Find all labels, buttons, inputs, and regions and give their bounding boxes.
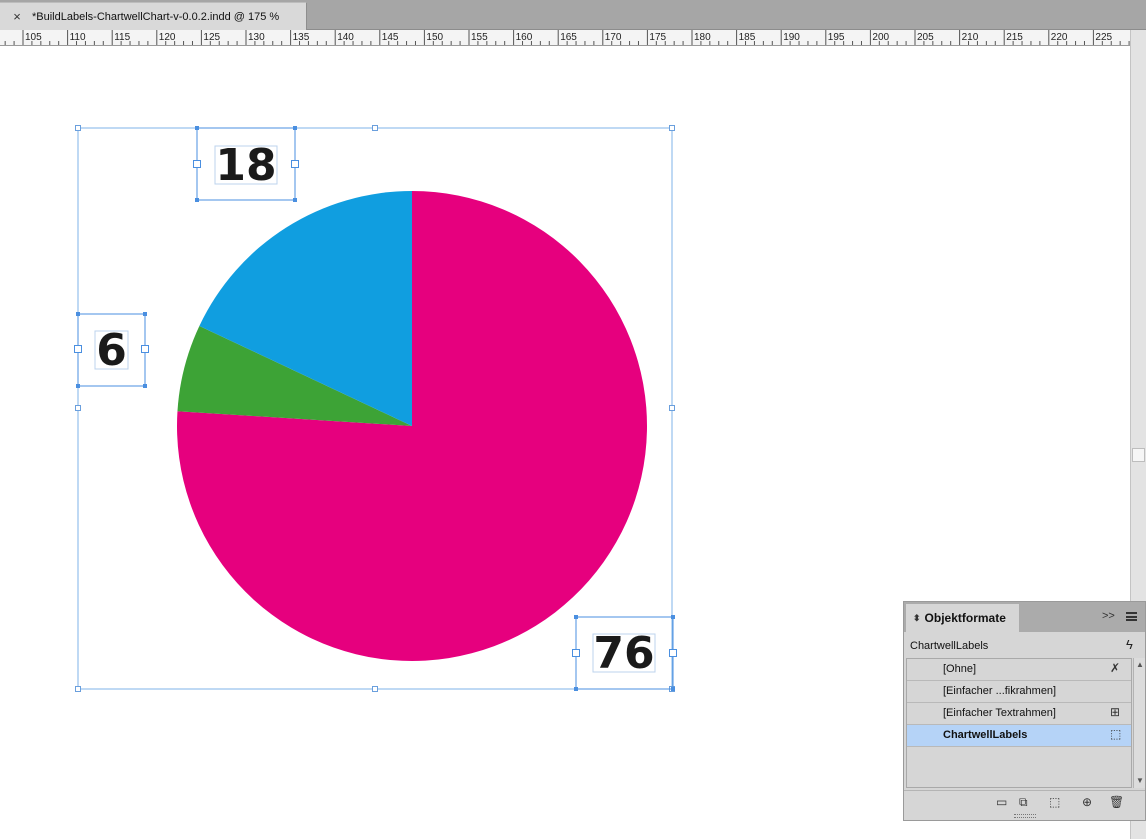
style-item-label: ChartwellLabels bbox=[943, 729, 1028, 741]
lightning-icon[interactable]: ϟ bbox=[1126, 637, 1133, 652]
style-item-label: [Einfacher ...fikrahmen] bbox=[943, 685, 1057, 697]
dashed-frame-icon: ⬚ bbox=[1110, 727, 1122, 741]
document-title: *BuildLabels-ChartwellChart-v-0.0.2.indd… bbox=[32, 10, 280, 23]
ruler-label: 120 bbox=[159, 32, 176, 43]
ruler-label: 175 bbox=[649, 32, 666, 43]
ruler-label: 125 bbox=[203, 32, 220, 43]
style-item-einfacher-textrahmen[interactable]: [Einfacher Textrahmen] ⊞ bbox=[907, 703, 1131, 725]
panel-resize-grip[interactable] bbox=[1014, 814, 1036, 818]
tab-objektformate[interactable]: ⬍ Objektformate bbox=[906, 604, 1019, 632]
horizontal-ruler[interactable]: 105 110 115 120 125 130 135 140 145 150 155 160 165 1… bbox=[0, 30, 1130, 46]
new-style-icon[interactable]: ⊕ bbox=[1082, 795, 1092, 809]
ruler-label: 200 bbox=[872, 32, 889, 43]
trash-icon[interactable]: 🗑 bbox=[1109, 795, 1124, 809]
scroll-down-icon[interactable]: ▼ bbox=[1136, 776, 1144, 785]
ruler-label: 150 bbox=[426, 32, 443, 43]
clear-overrides-icon: ✗ bbox=[1110, 661, 1121, 675]
panel-menu-icon[interactable] bbox=[1126, 612, 1137, 621]
ruler-label: 215 bbox=[1006, 32, 1023, 43]
style-item-label: [Einfacher Textrahmen] bbox=[943, 707, 1056, 719]
ruler-label: 180 bbox=[694, 32, 711, 43]
ruler-label: 115 bbox=[114, 32, 130, 43]
ruler-label: 190 bbox=[783, 32, 800, 43]
ruler-ticks: 105 110 115 120 125 130 135 140 145 150 155 160 165 1… bbox=[4, 30, 1130, 45]
ruler-label: 225 bbox=[1095, 32, 1112, 43]
ruler-label: 110 bbox=[70, 32, 86, 43]
double-chevron-right-icon[interactable]: >> bbox=[1102, 610, 1115, 622]
panel-tab-bar: ⬍ Objektformate >> bbox=[904, 602, 1145, 632]
style-item-ohne[interactable]: [Ohne] ✗ bbox=[907, 659, 1131, 681]
clear-attributes-icon[interactable]: ⬚ bbox=[1049, 795, 1060, 809]
panel-footer: ▭ ⧉ ⬚ ⊕ 🗑 bbox=[904, 790, 1145, 812]
style-list-scrollbar[interactable]: ▲ ▼ bbox=[1133, 658, 1145, 788]
style-item-einfacher-grafikrahmen[interactable]: [Einfacher ...fikrahmen] bbox=[907, 681, 1131, 703]
ruler-label: 160 bbox=[516, 32, 533, 43]
ruler-label: 130 bbox=[248, 32, 265, 43]
data-label-18: 18 bbox=[215, 140, 277, 191]
ruler-label: 140 bbox=[337, 32, 354, 43]
style-item-chartwelllabels[interactable]: ChartwellLabels ⬚ bbox=[907, 725, 1131, 747]
ruler-label: 135 bbox=[293, 32, 310, 43]
ruler-label: 205 bbox=[917, 32, 934, 43]
folder-icon[interactable]: ▭ bbox=[996, 795, 1007, 809]
ruler-label: 155 bbox=[471, 32, 488, 43]
ruler-label: 195 bbox=[828, 32, 845, 43]
object-styles-panel: ⬍ Objektformate >> ChartwellLabels ϟ [Oh… bbox=[903, 601, 1146, 821]
ruler-label: 145 bbox=[382, 32, 399, 43]
ruler-label: 220 bbox=[1051, 32, 1068, 43]
ruler-label: 165 bbox=[560, 32, 577, 43]
ruler-label: 210 bbox=[962, 32, 979, 43]
document-tab-bar: × *BuildLabels-ChartwellChart-v-0.0.2.in… bbox=[0, 0, 1146, 30]
data-label-6: 6 bbox=[96, 325, 127, 376]
panel-resize-arrows-icon[interactable]: ⬍ bbox=[913, 613, 921, 624]
ruler-label: 185 bbox=[739, 32, 756, 43]
tab-close-icon[interactable]: × bbox=[6, 9, 28, 24]
style-item-label: [Ohne] bbox=[943, 663, 977, 675]
current-style-name: ChartwellLabels bbox=[910, 640, 989, 652]
panel-title: Objektformate bbox=[924, 611, 1006, 625]
scrollbar-thumb[interactable] bbox=[1132, 448, 1145, 462]
style-list[interactable]: [Ohne] ✗ [Einfacher ...fikrahmen] [Einfa… bbox=[906, 658, 1132, 788]
clear-overrides-icon[interactable]: ⧉ bbox=[1019, 795, 1028, 810]
text-frame-icon: ⊞ bbox=[1110, 705, 1121, 719]
scroll-up-icon[interactable]: ▲ bbox=[1136, 660, 1144, 669]
data-label-76: 76 bbox=[593, 628, 655, 679]
ruler-label: 170 bbox=[605, 32, 622, 43]
ruler-label: 105 bbox=[25, 32, 42, 43]
document-tab[interactable]: × *BuildLabels-ChartwellChart-v-0.0.2.in… bbox=[0, 2, 307, 30]
